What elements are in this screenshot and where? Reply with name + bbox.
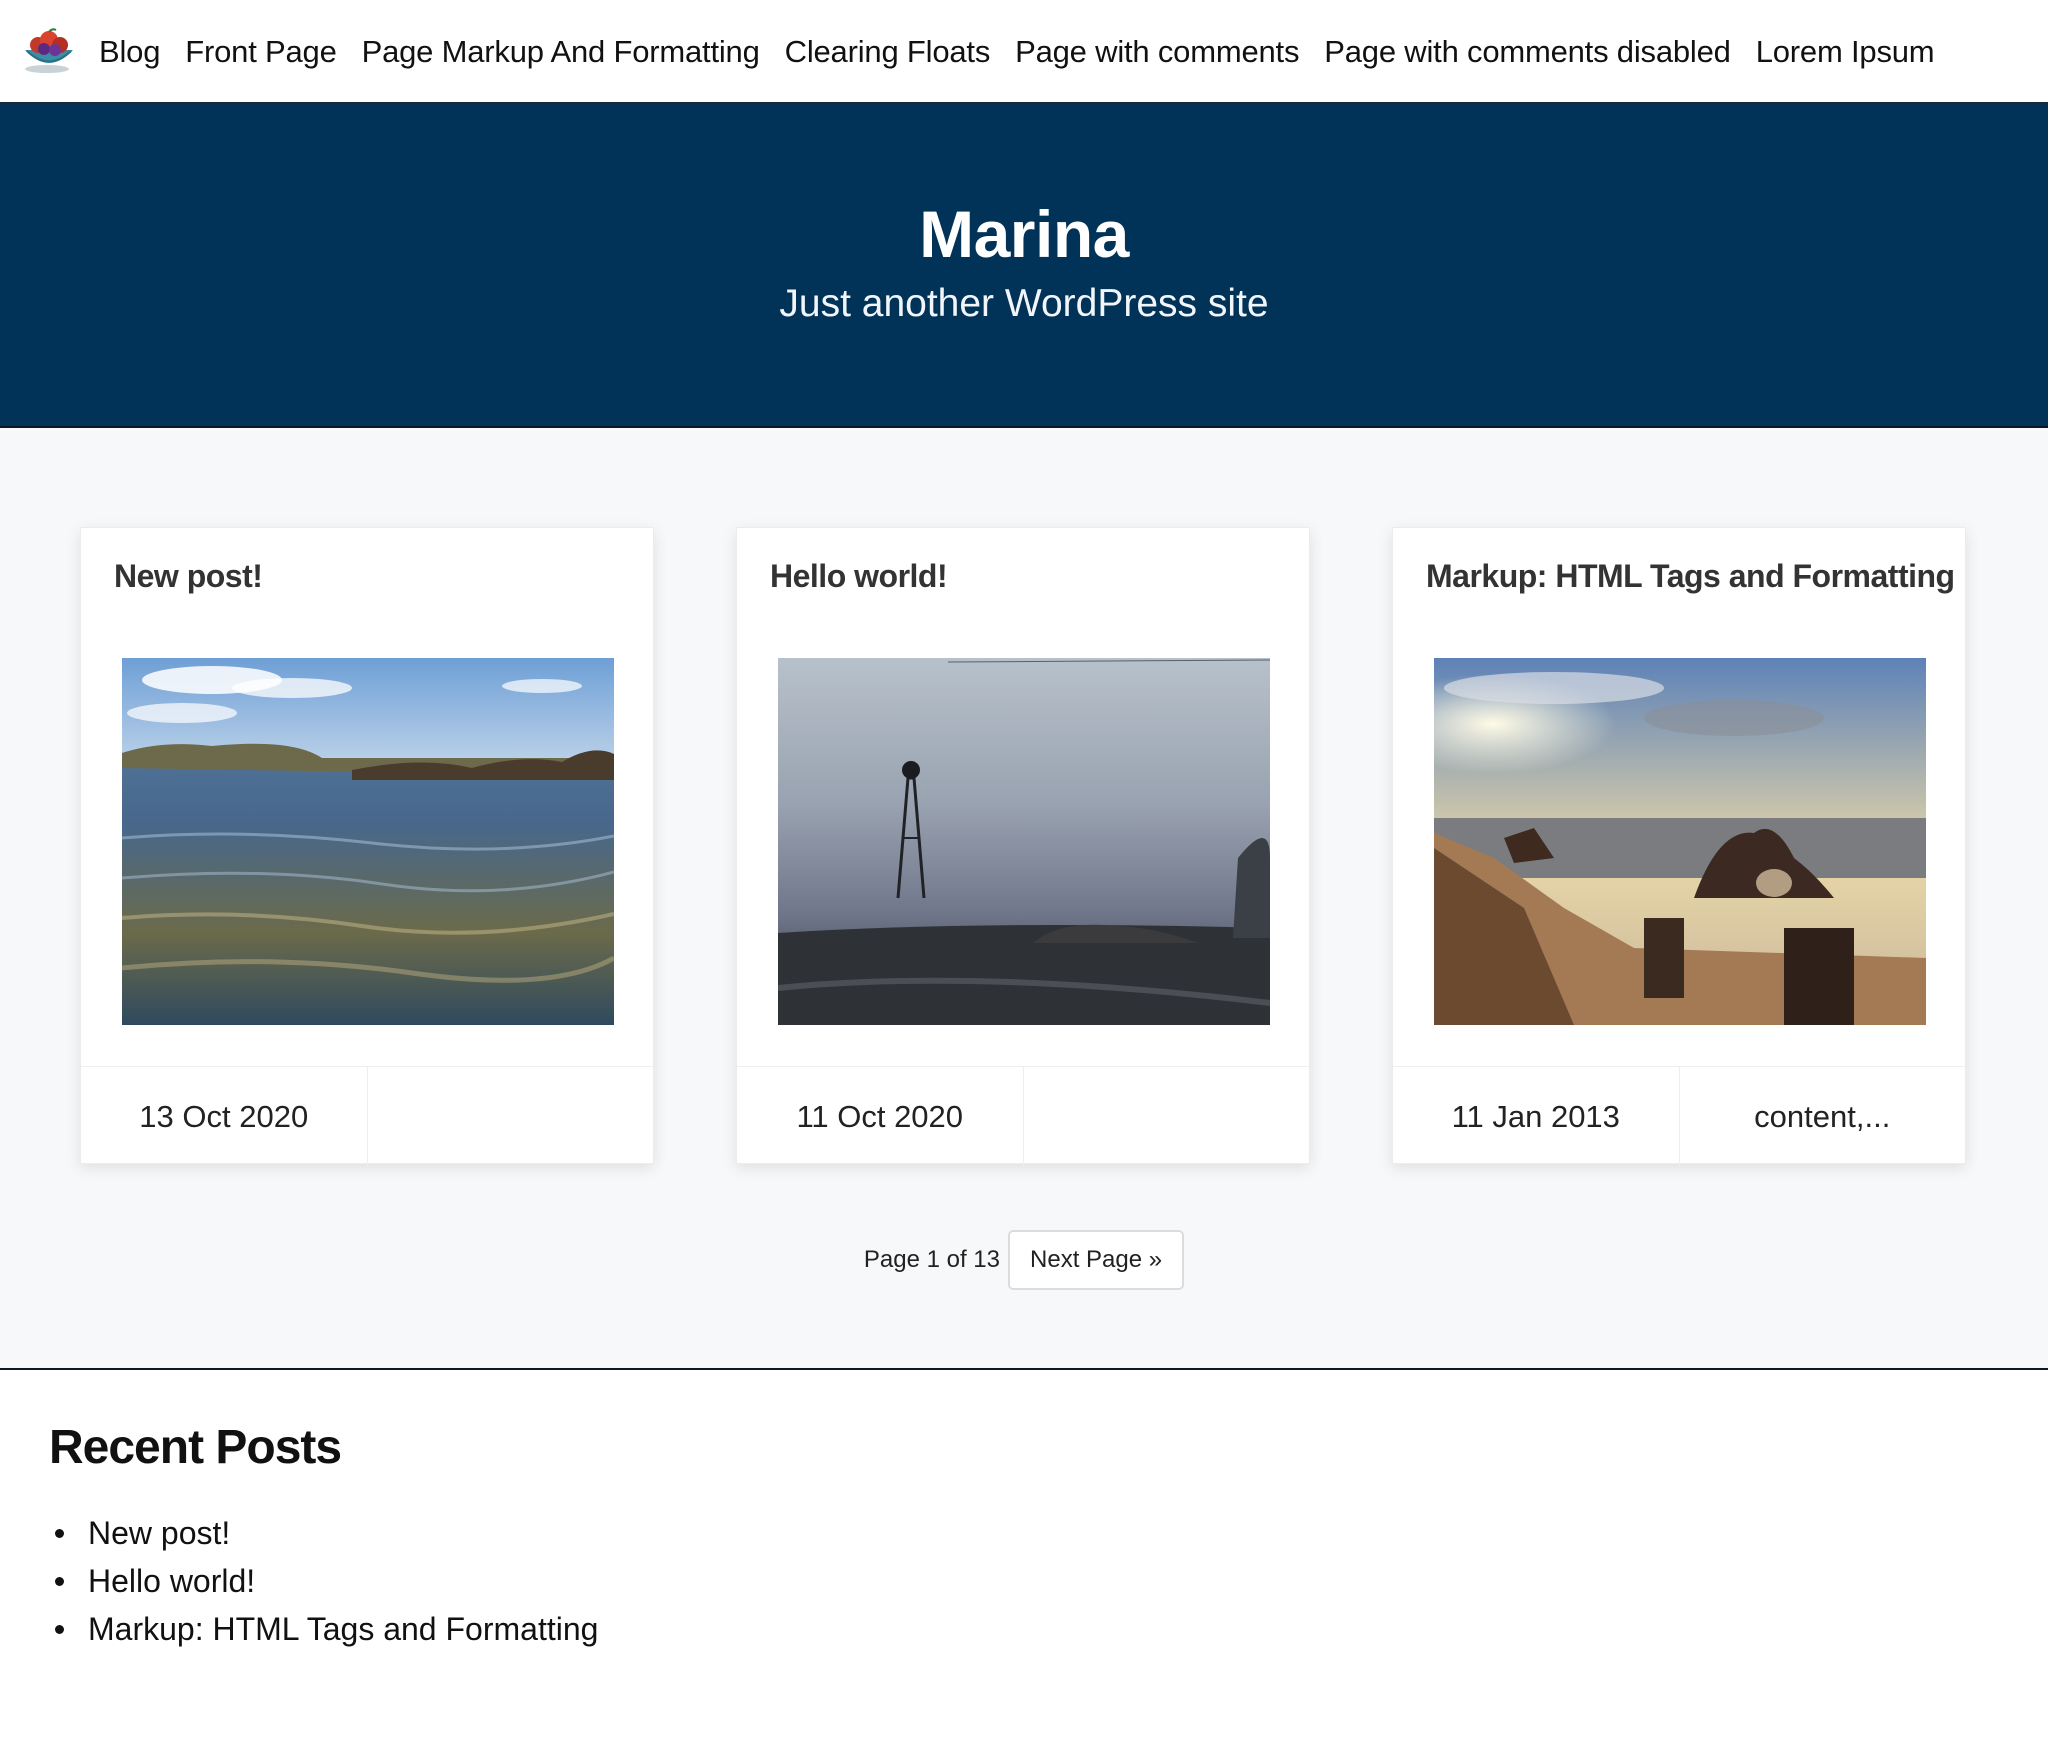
rocky-beach-sunset-photo[interactable]	[1434, 658, 1926, 1025]
post-meta: 11 Oct 2020	[737, 1066, 1309, 1166]
posts-area: New post! 13 Oct 2020 Hello world! 11 Oc…	[0, 428, 2048, 1370]
nav-link-page-with-comments[interactable]: Page with comments	[1015, 34, 1299, 70]
nav-link-lorem-ipsum[interactable]: Lorem Ipsum	[1756, 34, 1935, 70]
recent-post-link[interactable]: New post!	[88, 1515, 230, 1551]
post-card: Hello world! 11 Oct 2020	[736, 527, 1310, 1166]
recent-posts-widget: Recent Posts New post! Hello world! Mark…	[49, 1420, 598, 1653]
nav-link-front-page[interactable]: Front Page	[185, 34, 337, 70]
foggy-windmill-photo[interactable]	[778, 658, 1270, 1025]
nav-link-comments-disabled[interactable]: Page with comments disabled	[1324, 34, 1731, 70]
recent-post-link[interactable]: Hello world!	[88, 1563, 255, 1599]
post-date: 11 Oct 2020	[796, 1098, 964, 1134]
page-info: Page 1 of 13	[863, 1246, 1001, 1273]
post-date: 13 Oct 2020	[139, 1098, 309, 1134]
pagination: Page 1 of 13 Next Page »	[0, 1230, 2048, 1290]
list-item: Hello world!	[54, 1557, 598, 1605]
post-excerpt: content,...	[1678, 1067, 1966, 1166]
list-item: New post!	[54, 1509, 598, 1557]
post-card: Markup: HTML Tags and Formatting 11 Jan …	[1392, 527, 1966, 1166]
fruit-bowl-icon[interactable]	[22, 28, 76, 74]
nav-link-page-markup[interactable]: Page Markup And Formatting	[362, 34, 760, 70]
recent-post-link[interactable]: Markup: HTML Tags and Formatting	[88, 1611, 598, 1647]
next-page-button[interactable]: Next Page »	[1008, 1230, 1185, 1290]
sea-water-photo[interactable]	[122, 658, 614, 1025]
post-meta: 13 Oct 2020	[81, 1066, 653, 1166]
post-title[interactable]: New post!	[114, 558, 263, 595]
post-title[interactable]: Hello world!	[770, 558, 948, 595]
site-hero: Marina Just another WordPress site	[0, 104, 2048, 428]
recent-posts-heading: Recent Posts	[49, 1421, 342, 1474]
post-excerpt	[1022, 1067, 1310, 1166]
list-item: Markup: HTML Tags and Formatting	[54, 1605, 598, 1653]
nav-link-blog[interactable]: Blog	[99, 34, 160, 70]
nav-link-clearing-floats[interactable]: Clearing Floats	[785, 34, 991, 70]
post-card: New post! 13 Oct 2020	[80, 527, 654, 1166]
site-tagline: Just another WordPress site	[779, 282, 1269, 325]
post-excerpt	[366, 1067, 654, 1166]
post-title[interactable]: Markup: HTML Tags and Formatting	[1426, 558, 1955, 595]
site-title[interactable]: Marina	[0, 196, 2048, 272]
primary-nav: Blog Front Page Page Markup And Formatti…	[99, 0, 1959, 104]
recent-posts-list: New post! Hello world! Markup: HTML Tags…	[49, 1509, 598, 1653]
post-meta: 11 Jan 2013 content,...	[1393, 1066, 1965, 1166]
post-date: 11 Jan 2013	[1451, 1098, 1620, 1134]
site-header: Blog Front Page Page Markup And Formatti…	[0, 0, 2048, 104]
